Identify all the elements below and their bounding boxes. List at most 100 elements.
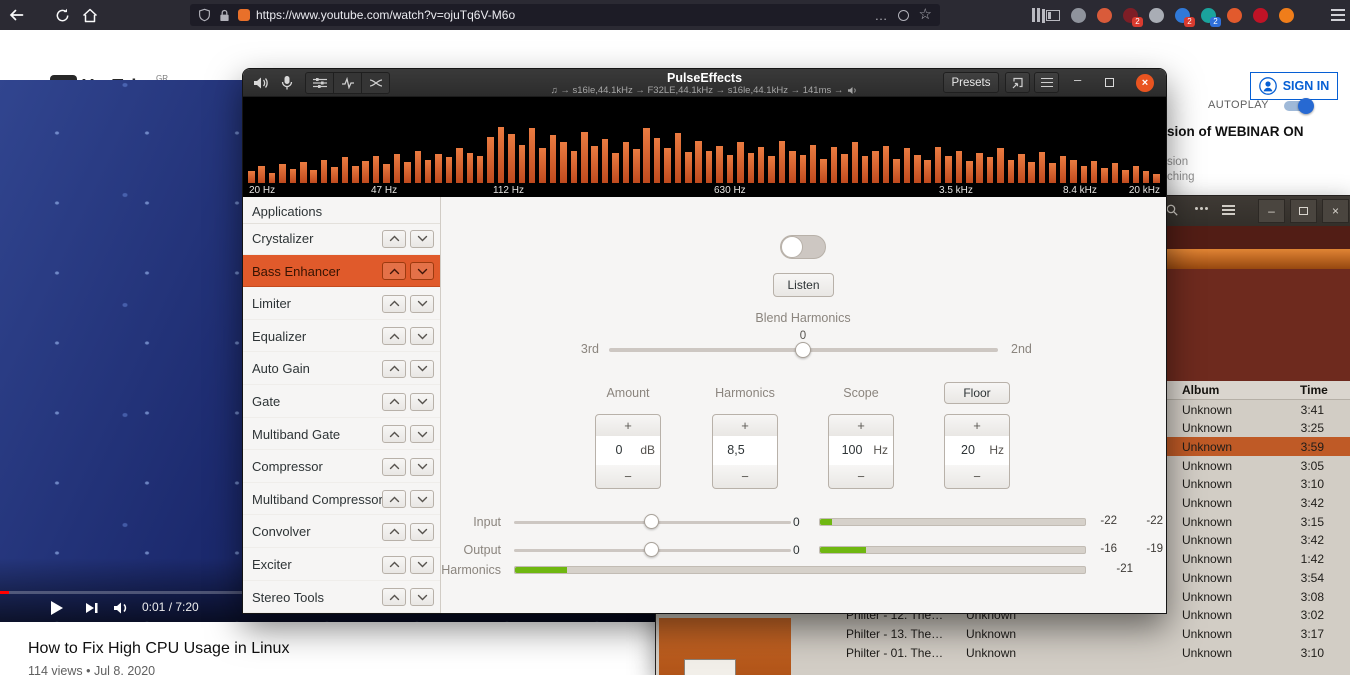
player-menu-icon[interactable] (1222, 205, 1235, 207)
move-up-button[interactable] (382, 327, 406, 345)
column-header-time[interactable]: Time (1300, 383, 1328, 397)
effect-item-stereo-tools[interactable]: Stereo Tools (243, 581, 440, 614)
spectrum-bar (1049, 163, 1056, 183)
effect-item-bass-enhancer[interactable]: Bass Enhancer (243, 255, 440, 288)
move-up-button[interactable] (382, 360, 406, 378)
scope-decrease-button[interactable]: − (828, 465, 894, 489)
move-up-button[interactable] (382, 295, 406, 313)
amount-increase-button[interactable]: + (595, 414, 661, 437)
move-down-button[interactable] (410, 393, 434, 411)
bookmark-star-icon[interactable]: ☆ (919, 5, 932, 23)
next-button[interactable] (85, 601, 99, 615)
move-down-button[interactable] (410, 295, 434, 313)
presets-button[interactable]: Presets (943, 72, 999, 93)
player-search-icon[interactable] (1166, 204, 1178, 216)
move-up-button[interactable] (382, 556, 406, 574)
extension-icon-11[interactable] (1279, 8, 1294, 23)
suggestion-text[interactable]: ching (1167, 171, 1195, 183)
effect-item-limiter[interactable]: Limiter (243, 287, 440, 320)
player-maximize-button[interactable] (1290, 199, 1317, 223)
scope-value-field[interactable]: 100Hz (828, 436, 894, 466)
listen-button[interactable]: Listen (773, 273, 834, 297)
amount-decrease-button[interactable]: − (595, 465, 661, 489)
sign-in-button[interactable]: SIGN IN (1250, 72, 1338, 100)
player-panel-field[interactable] (684, 659, 736, 675)
blend-harmonics-slider[interactable] (795, 342, 811, 358)
url-bar[interactable]: https://www.youtube.com/watch?v=ojuTq6V-… (190, 4, 940, 26)
extension-icon-10[interactable] (1253, 8, 1268, 23)
floor-increase-button[interactable]: + (944, 414, 1010, 437)
move-up-button[interactable] (382, 588, 406, 606)
back-button[interactable] (6, 5, 26, 25)
player-minimize-button[interactable]: – (1258, 199, 1285, 223)
move-up-button[interactable] (382, 523, 406, 541)
effect-item-multiband-gate[interactable]: Multiband Gate (243, 418, 440, 451)
move-down-button[interactable] (410, 588, 434, 606)
floor-button[interactable]: Floor (944, 382, 1010, 404)
browser-menu-button[interactable] (1328, 5, 1348, 25)
amount-value-field[interactable]: 0dB (595, 436, 661, 466)
move-down-button[interactable] (410, 230, 434, 248)
extension-icon-4[interactable] (1097, 8, 1112, 23)
tracking-shield-icon[interactable] (198, 8, 211, 22)
move-down-button[interactable] (410, 490, 434, 508)
play-button[interactable] (50, 600, 64, 616)
effect-item-equalizer[interactable]: Equalizer (243, 320, 440, 353)
extension-icon-8[interactable]: 2 (1201, 8, 1216, 23)
player-more-icon[interactable] (1195, 207, 1198, 210)
autoplay-toggle[interactable] (1284, 101, 1312, 111)
output-gain-slider[interactable] (644, 542, 659, 557)
effect-item-multiband-compressor[interactable]: Multiband Compressor (243, 483, 440, 516)
close-button[interactable]: × (1136, 74, 1154, 92)
extension-icon-7[interactable]: 2 (1175, 8, 1190, 23)
reload-button[interactable] (52, 5, 72, 25)
move-down-button[interactable] (410, 360, 434, 378)
harmonics-decrease-button[interactable]: − (712, 465, 778, 489)
volume-button[interactable] (113, 601, 131, 615)
import-preset-button[interactable] (1005, 72, 1030, 93)
pocket-icon[interactable] (898, 10, 909, 21)
harmonics-increase-button[interactable]: + (712, 414, 778, 437)
minimize-button[interactable]: – (1074, 72, 1081, 87)
extension-icon-3[interactable] (1071, 8, 1086, 23)
effect-item-auto-gain[interactable]: Auto Gain (243, 352, 440, 385)
move-up-button[interactable] (382, 425, 406, 443)
extension-icon-9[interactable] (1227, 8, 1242, 23)
applications-tab[interactable]: Applications (243, 199, 440, 224)
lock-icon[interactable] (219, 9, 230, 22)
extension-icon-1[interactable] (1032, 8, 1035, 22)
maximize-button[interactable] (1105, 78, 1114, 87)
input-gain-slider[interactable] (644, 514, 659, 529)
floor-value-field[interactable]: 20Hz (944, 436, 1010, 466)
move-up-button[interactable] (382, 490, 406, 508)
floor-decrease-button[interactable]: − (944, 465, 1010, 489)
spectrum-bar (435, 154, 442, 183)
effect-item-compressor[interactable]: Compressor (243, 450, 440, 483)
next-video-title[interactable]: sion of WEBINAR ON (1167, 124, 1304, 139)
app-menu-button[interactable] (1034, 72, 1059, 93)
move-up-button[interactable] (382, 458, 406, 476)
effect-item-gate[interactable]: Gate (243, 385, 440, 418)
move-down-button[interactable] (410, 458, 434, 476)
column-header-album[interactable]: Album (1182, 383, 1219, 397)
move-up-button[interactable] (382, 230, 406, 248)
suggestion-text[interactable]: sion (1167, 156, 1188, 168)
effect-item-exciter[interactable]: Exciter (243, 548, 440, 581)
move-up-button[interactable] (382, 393, 406, 411)
pulseeffects-headerbar[interactable]: PulseEffects ♫ → s16le,44.1kHz → F32LE,4… (243, 69, 1166, 97)
page-actions-icon[interactable]: … (875, 8, 888, 23)
harmonics-value-field[interactable]: 8,5 (712, 436, 778, 466)
effect-item-convolver[interactable]: Convolver (243, 515, 440, 548)
scope-increase-button[interactable]: + (828, 414, 894, 437)
move-down-button[interactable] (410, 327, 434, 345)
home-button[interactable] (80, 5, 100, 25)
move-down-button[interactable] (410, 262, 434, 280)
player-close-button[interactable]: × (1322, 199, 1349, 223)
extension-icon-2[interactable] (1046, 10, 1060, 21)
effect-item-crystalizer[interactable]: Crystalizer (243, 222, 440, 255)
bass-enhancer-enable-switch[interactable] (780, 235, 826, 259)
extension-icon-5[interactable]: 2 (1123, 8, 1138, 23)
move-up-button[interactable] (382, 262, 406, 280)
extension-icon-6[interactable] (1149, 8, 1164, 23)
move-down-button[interactable] (410, 425, 434, 443)
